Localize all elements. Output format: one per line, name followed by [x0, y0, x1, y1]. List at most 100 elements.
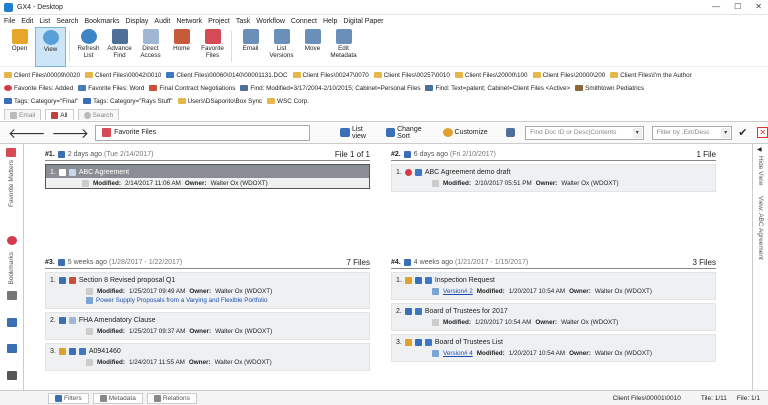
binoculars-icon[interactable]: [505, 128, 516, 137]
menu-audit[interactable]: Audit: [154, 18, 170, 25]
menu-list[interactable]: List: [39, 18, 50, 25]
list-item[interactable]: 1. Inspection Request Version# 2 Modifie…: [391, 272, 716, 300]
favorite-link[interactable]: Smithtown Pediatrics: [575, 85, 644, 92]
menu-workflow[interactable]: Workflow: [256, 18, 285, 25]
menu-project[interactable]: Project: [208, 18, 230, 25]
favorite-link[interactable]: Client Files\20000\200: [532, 72, 605, 79]
view-document-tab[interactable]: View: ABC Agreement: [757, 196, 764, 260]
item-title[interactable]: ABC Agreement: [79, 169, 129, 176]
favorite-link[interactable]: Tags: Category="Final": [4, 98, 78, 105]
item-title[interactable]: FHA Amendatory Clause: [79, 317, 156, 324]
clear-filter-icon[interactable]: ✕: [757, 127, 768, 138]
home-icon: [173, 29, 190, 44]
favorite-matters-tab[interactable]: Favorite Matters: [8, 160, 15, 207]
favorite-link[interactable]: Client Files\I'm the Author: [610, 72, 692, 79]
favorite-link[interactable]: Find: Text=patent; Cabinet=Client Files …: [425, 85, 570, 92]
item-title[interactable]: Board of Trustees for 2017: [425, 308, 508, 315]
current-list-selector[interactable]: Favorite Files: [95, 124, 311, 141]
favorite-link[interactable]: WSC Corp.: [267, 98, 309, 105]
move-button[interactable]: Move: [297, 27, 328, 67]
all-icon: [51, 111, 59, 119]
forward-arrow-icon[interactable]: 🡒: [52, 126, 90, 140]
favorite-link[interactable]: Find: Modified=3/17/2004-2/10/2015; Cabi…: [240, 85, 420, 92]
favorite-link[interactable]: Client Files\00247\0070: [292, 72, 369, 79]
list-item[interactable]: 2. Board of Trustees for 2017 Modified: 1…: [391, 303, 716, 331]
item-title[interactable]: Board of Trustees List: [435, 339, 503, 346]
home-button[interactable]: Home: [166, 27, 197, 67]
edit-metadata-button[interactable]: Edit Metadata: [328, 27, 359, 67]
change-sort-button[interactable]: Change Sort: [385, 126, 435, 140]
customize-button[interactable]: Customize: [442, 128, 488, 137]
list-item[interactable]: 3. Board of Trustees List Version# 4 Mod…: [391, 334, 716, 362]
close-window-button[interactable]: ✕: [755, 2, 762, 11]
view-button[interactable]: View: [35, 27, 66, 67]
advance-find-button[interactable]: Advance Find: [104, 27, 135, 67]
list-item[interactable]: 3. A0941460 Modified: 1/24/2017 11:55 AM …: [45, 343, 370, 371]
menu-digital-paper[interactable]: Digital Paper: [343, 18, 383, 25]
tab-filters[interactable]: Filters: [48, 392, 89, 404]
favorite-files-button[interactable]: Favorite Files: [197, 27, 228, 67]
find-doc-input[interactable]: Find Doc ID or Desc|Contents ▾: [525, 125, 644, 140]
menu-network[interactable]: Network: [176, 18, 202, 25]
tab-search[interactable]: Search: [77, 109, 120, 120]
list-view-icon: [340, 128, 350, 137]
favorite-link[interactable]: Favorite Files: Word: [78, 85, 144, 92]
favorite-link[interactable]: Final Contract Negotiations: [149, 85, 235, 92]
favorite-link[interactable]: Tags: Category="Rays Stuff": [83, 98, 173, 105]
list-item[interactable]: 1. ABC Agreement Modified: 2/14/2017 11:0…: [45, 164, 370, 189]
ribbon-toolbar: Open View Refresh List Advance Find Dire…: [0, 27, 768, 67]
item-title[interactable]: ABC Agreement demo draft: [425, 169, 511, 176]
refresh-list-button[interactable]: Refresh List: [73, 27, 104, 67]
menu-connect[interactable]: Connect: [291, 18, 317, 25]
collapse-arrow-icon[interactable]: ◀: [757, 146, 762, 153]
favorite-link[interactable]: Client Files\00042\0010: [85, 72, 161, 79]
tab-all[interactable]: All: [45, 109, 74, 120]
list-view-button[interactable]: List view: [340, 126, 377, 140]
network-icon[interactable]: [7, 344, 17, 353]
checkbox-icon[interactable]: [58, 169, 66, 176]
filter-ext-input[interactable]: Filter by .Ext/Desc ▾: [651, 125, 733, 140]
version-link[interactable]: Version# 2: [443, 288, 473, 295]
menu-file[interactable]: File: [4, 18, 15, 25]
chevron-down-icon[interactable]: ▾: [721, 127, 731, 138]
list-item[interactable]: 1. ABC Agreement demo draft Modified: 2/1…: [391, 164, 716, 192]
favorite-link[interactable]: Users\DSaporito\Box Sync: [177, 98, 262, 105]
email-button[interactable]: Email: [235, 27, 266, 67]
menu-display[interactable]: Display: [125, 18, 148, 25]
direct-access-button[interactable]: Direct Access: [135, 27, 166, 67]
chevron-down-icon[interactable]: ▾: [632, 127, 642, 138]
item-description[interactable]: Power Supply Proposals from a Varying an…: [50, 296, 367, 305]
folder-icon: [85, 72, 94, 78]
favorite-link[interactable]: Client Files\00009\0020: [4, 72, 80, 79]
apply-check-icon[interactable]: ✔: [738, 126, 747, 139]
hide-view-tab[interactable]: Hide View: [757, 156, 764, 185]
tab-metadata[interactable]: Metadata: [92, 392, 143, 404]
menu-bookmarks[interactable]: Bookmarks: [84, 18, 119, 25]
item-title[interactable]: A0941460: [89, 348, 121, 355]
heart-file-icon[interactable]: [6, 148, 16, 157]
tab-relations[interactable]: Relations: [146, 392, 197, 404]
item-title[interactable]: Section 8 Revised proposal Q1: [79, 277, 176, 284]
grid-icon[interactable]: [7, 318, 17, 327]
list-item[interactable]: 1. Section 8 Revised proposal Q1 Modifie…: [45, 272, 370, 309]
back-arrow-icon[interactable]: 🡐: [8, 126, 46, 140]
favorite-link[interactable]: Client Files\00257\0010: [373, 72, 450, 79]
tab-email[interactable]: Email: [4, 109, 42, 120]
favorite-link[interactable]: Client Files\20000\100: [454, 72, 528, 79]
minimize-button[interactable]: —: [712, 2, 720, 11]
item-title[interactable]: Inspection Request: [435, 277, 495, 284]
list-versions-button[interactable]: List Versions: [266, 27, 297, 67]
chart-icon[interactable]: [7, 291, 17, 300]
version-link[interactable]: Version# 4: [443, 350, 473, 357]
menu-edit[interactable]: Edit: [21, 18, 33, 25]
tools-icon[interactable]: [7, 371, 17, 380]
favorite-link[interactable]: Client Files\00060\0140\00001131.DOC: [166, 72, 288, 79]
favorite-link[interactable]: Favorite Files: Added: [4, 85, 73, 92]
menu-help[interactable]: Help: [323, 18, 337, 25]
maximize-button[interactable]: ☐: [734, 2, 741, 11]
menu-search[interactable]: Search: [56, 18, 78, 25]
menu-task[interactable]: Task: [236, 18, 250, 25]
list-item[interactable]: 2. FHA Amendatory Clause Modified: 1/25/2…: [45, 312, 370, 340]
open-button[interactable]: Open: [4, 27, 35, 67]
bookmarks-tab[interactable]: Bookmarks: [8, 252, 15, 285]
